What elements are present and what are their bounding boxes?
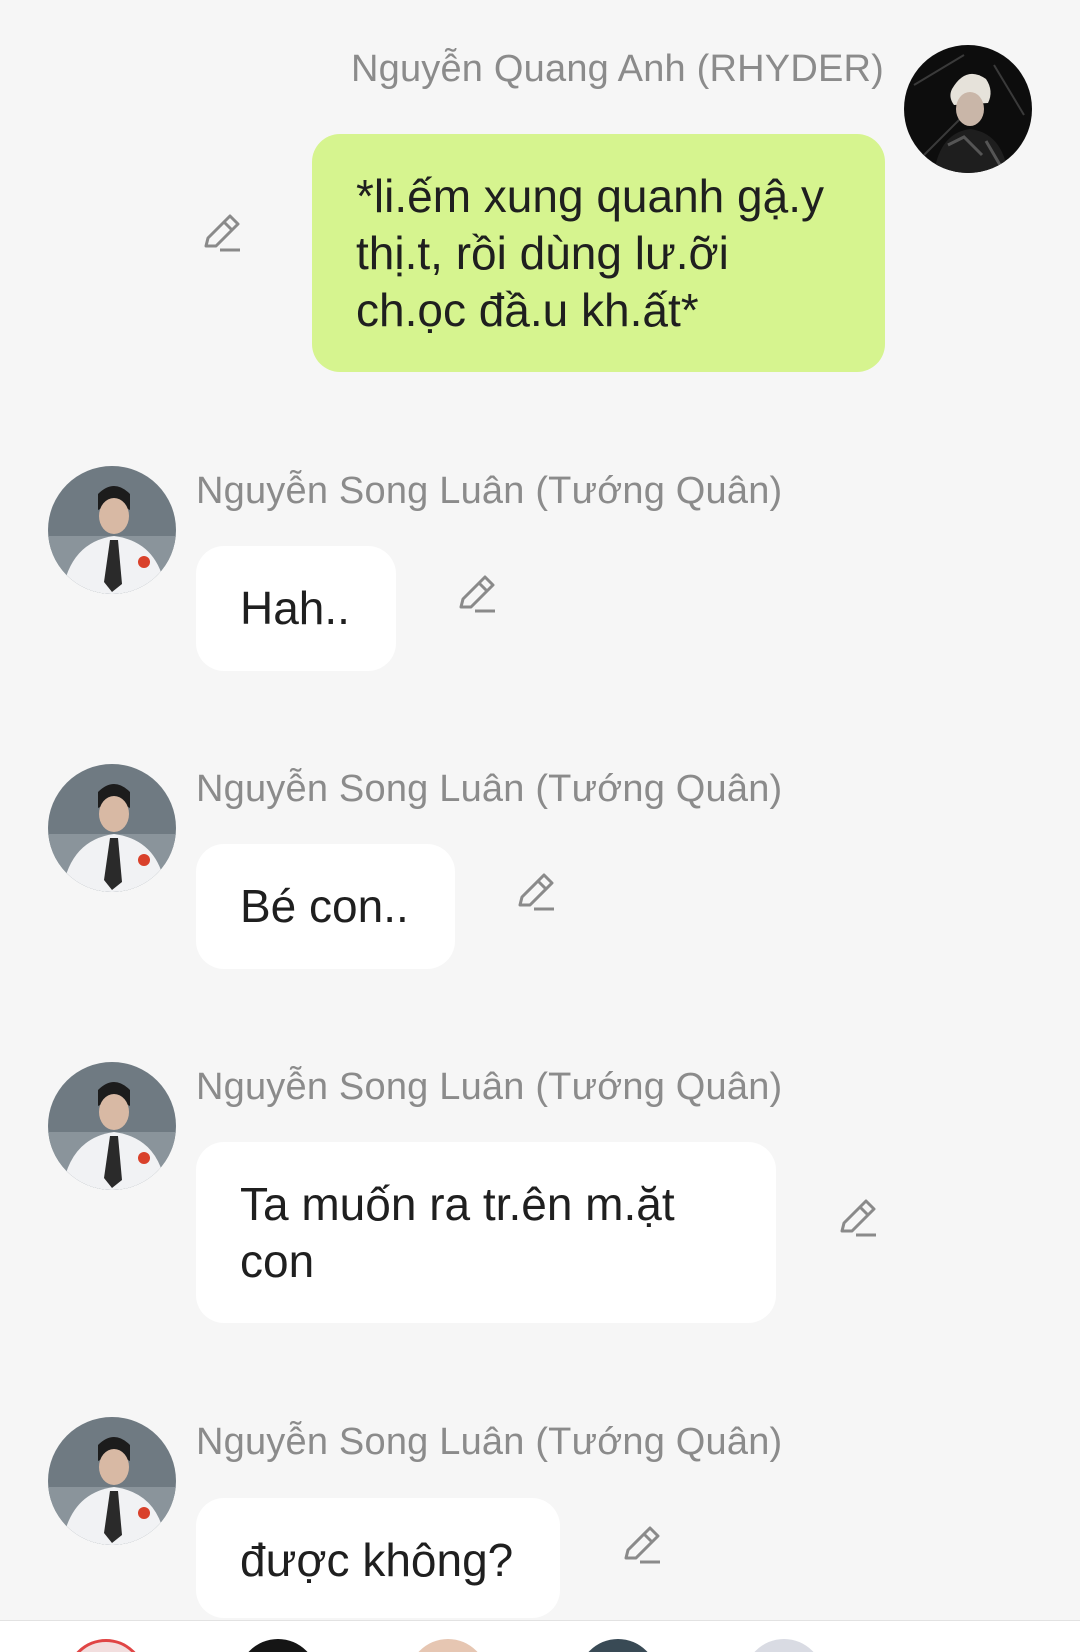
avatar[interactable]: [238, 1639, 318, 1652]
message-text: *li.ếm xung quanh gậ.y thị.t, rồi dùng l…: [356, 170, 824, 336]
message-text: Hah..: [240, 582, 350, 634]
chat-screen: Nguyễn Quang Anh (RHYDER) *li.ếm xung qu…: [0, 0, 1080, 1652]
edit-icon[interactable]: [836, 1195, 880, 1239]
avatar[interactable]: [408, 1639, 488, 1652]
avatar-rhyder-icon: [904, 45, 1032, 173]
sender-name: Nguyễn Song Luân (Tướng Quân): [196, 470, 783, 512]
message-bubble[interactable]: Ta muốn ra tr.ên m.ặt con: [196, 1142, 776, 1323]
avatar[interactable]: [66, 1639, 146, 1652]
avatar[interactable]: [48, 1062, 176, 1190]
avatar[interactable]: [904, 45, 1032, 173]
message-bubble[interactable]: Bé con..: [196, 844, 455, 969]
message-text: Bé con..: [240, 880, 409, 932]
edit-icon[interactable]: [514, 869, 558, 913]
avatar-tuong-quan-icon: [48, 466, 176, 594]
avatar-tuong-quan-icon: [48, 1417, 176, 1545]
sender-name: Nguyễn Quang Anh (RHYDER): [350, 48, 884, 90]
message-bubble[interactable]: được không?: [196, 1498, 560, 1618]
avatar-tuong-quan-icon: [48, 1062, 176, 1190]
sender-name: Nguyễn Song Luân (Tướng Quân): [196, 1066, 783, 1108]
avatar[interactable]: [48, 764, 176, 892]
message-bubble[interactable]: *li.ếm xung quanh gậ.y thị.t, rồi dùng l…: [312, 134, 885, 372]
edit-icon[interactable]: [455, 571, 499, 615]
sender-name: Nguyễn Song Luân (Tướng Quân): [196, 1421, 783, 1463]
avatar[interactable]: [744, 1639, 824, 1652]
bottom-avatar-bar: [0, 1620, 1080, 1652]
avatar-tuong-quan-icon: [48, 764, 176, 892]
edit-icon[interactable]: [200, 210, 244, 254]
avatar[interactable]: [48, 466, 176, 594]
avatar[interactable]: [48, 1417, 176, 1545]
message-text: được không?: [240, 1534, 514, 1586]
avatar[interactable]: [578, 1639, 658, 1652]
edit-icon[interactable]: [620, 1522, 664, 1566]
message-text: Ta muốn ra tr.ên m.ặt con: [240, 1178, 675, 1287]
sender-name: Nguyễn Song Luân (Tướng Quân): [196, 768, 783, 810]
message-bubble[interactable]: Hah..: [196, 546, 396, 671]
